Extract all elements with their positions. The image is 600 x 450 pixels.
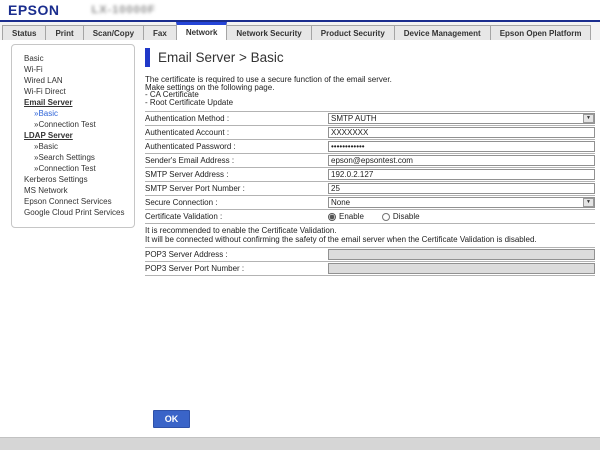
chevron-down-icon[interactable]: ▼ [583,198,594,207]
page-title-row: Email Server > Basic [145,48,595,67]
ok-button[interactable]: OK [153,410,190,428]
tab-device-management[interactable]: Device Management [394,25,491,40]
tab-network[interactable]: Network [176,22,228,40]
tab-scan-copy[interactable]: Scan/Copy [83,25,144,40]
title-accent-bar [145,48,150,67]
tab-status[interactable]: Status [2,25,46,40]
content-area: Basic Wi-Fi Wired LAN Wi-Fi Direct Email… [0,40,600,276]
form-row-pop3-address: POP3 Server Address : [145,248,595,262]
form-row-certificate-validation: Certificate Validation : Enable Disable [145,210,595,224]
tab-fax[interactable]: Fax [143,25,177,40]
pop3-section: POP3 Server Address : POP3 Server Port N… [145,247,595,276]
sidebar-item-ldap-basic[interactable]: »Basic [24,141,132,152]
form-row-pop3-port: POP3 Server Port Number : [145,262,595,276]
authenticated-password-label: Authenticated Password : [145,142,328,151]
form-row-smtp-address: SMTP Server Address : [145,168,595,182]
smtp-server-port-input[interactable] [328,183,595,194]
chevron-down-icon[interactable]: ▼ [583,114,594,123]
certificate-validation-radio-group: Enable Disable [328,212,420,221]
pop3-server-address-input [328,249,595,260]
sidebar-section-email-server[interactable]: Email Server [24,97,132,108]
sidebar-item-wifi-direct[interactable]: Wi-Fi Direct [24,86,132,97]
header: EPSON LX-10000F [0,0,600,20]
certificate-validation-enable-option[interactable]: Enable [328,212,364,221]
authentication-method-select[interactable]: SMTP AUTH ▼ [328,113,595,124]
sidebar-item-basic[interactable]: Basic [24,53,132,64]
pop3-server-address-label: POP3 Server Address : [145,250,328,259]
secure-connection-label: Secure Connection : [145,198,328,207]
sidebar-item-ms-network[interactable]: MS Network [24,185,132,196]
sidebar-item-ldap-search-settings[interactable]: »Search Settings [24,152,132,163]
certificate-validation-note: It is recommended to enable the Certific… [145,224,595,247]
form-row-authenticated-password: Authenticated Password : [145,140,595,154]
email-server-form: Authentication Method : SMTP AUTH ▼ Auth… [145,111,595,224]
description-line: - Root Certificate Update [145,99,595,107]
certificate-validation-enable-label: Enable [339,212,364,221]
pop3-server-port-label: POP3 Server Port Number : [145,264,328,273]
certificate-validation-enable-radio[interactable] [328,213,336,221]
printer-model-blurred: LX-10000F [92,4,156,16]
sidebar-item-kerberos-settings[interactable]: Kerberos Settings [24,174,132,185]
sidebar-item-email-server-connection-test[interactable]: »Connection Test [24,119,132,130]
smtp-server-address-input[interactable] [328,169,595,180]
authenticated-account-label: Authenticated Account : [145,128,328,137]
description-line: Make settings on the following page. [145,84,595,92]
certificate-validation-disable-label: Disable [393,212,420,221]
certificate-validation-label: Certificate Validation : [145,212,328,221]
smtp-server-address-label: SMTP Server Address : [145,170,328,179]
form-row-sender-email: Sender's Email Address : [145,154,595,168]
pop3-server-port-input [328,263,595,274]
epson-web-config-page: EPSON LX-10000F Status Print Scan/Copy F… [0,0,600,450]
main-panel: Email Server > Basic The certificate is … [145,40,595,276]
page-description: The certificate is required to use a sec… [145,76,595,106]
epson-logo: EPSON [8,2,60,18]
tab-epson-open-platform[interactable]: Epson Open Platform [490,25,592,40]
form-row-smtp-port: SMTP Server Port Number : [145,182,595,196]
secure-connection-value: None [329,198,583,207]
authenticated-password-input[interactable] [328,141,595,152]
sidebar-item-wifi[interactable]: Wi-Fi [24,64,132,75]
sidebar-item-ldap-connection-test[interactable]: »Connection Test [24,163,132,174]
authentication-method-label: Authentication Method : [145,114,328,123]
authenticated-account-input[interactable] [328,127,595,138]
smtp-server-port-label: SMTP Server Port Number : [145,184,328,193]
sidebar-item-wired-lan[interactable]: Wired LAN [24,75,132,86]
page-title: Email Server > Basic [158,50,284,65]
sidebar-item-google-cloud-print-services[interactable]: Google Cloud Print Services [24,207,132,218]
authentication-method-value: SMTP AUTH [329,114,583,123]
tab-bar: Status Print Scan/Copy Fax Network Netwo… [0,22,600,40]
sidebar-item-email-server-basic[interactable]: »Basic [24,108,132,119]
form-row-authentication-method: Authentication Method : SMTP AUTH ▼ [145,112,595,126]
sender-email-label: Sender's Email Address : [145,156,328,165]
tab-print[interactable]: Print [45,25,83,40]
footer-bar [0,437,600,450]
tab-network-security[interactable]: Network Security [226,25,311,40]
form-row-authenticated-account: Authenticated Account : [145,126,595,140]
tab-product-security[interactable]: Product Security [311,25,395,40]
sidebar-nav: Basic Wi-Fi Wired LAN Wi-Fi Direct Email… [11,44,135,228]
note-line: It will be connected without confirming … [145,236,595,245]
secure-connection-select[interactable]: None ▼ [328,197,595,208]
certificate-validation-disable-radio[interactable] [382,213,390,221]
sidebar-section-ldap-server[interactable]: LDAP Server [24,130,132,141]
sender-email-input[interactable] [328,155,595,166]
form-row-secure-connection: Secure Connection : None ▼ [145,196,595,210]
certificate-validation-disable-option[interactable]: Disable [382,212,420,221]
sidebar-item-epson-connect-services[interactable]: Epson Connect Services [24,196,132,207]
